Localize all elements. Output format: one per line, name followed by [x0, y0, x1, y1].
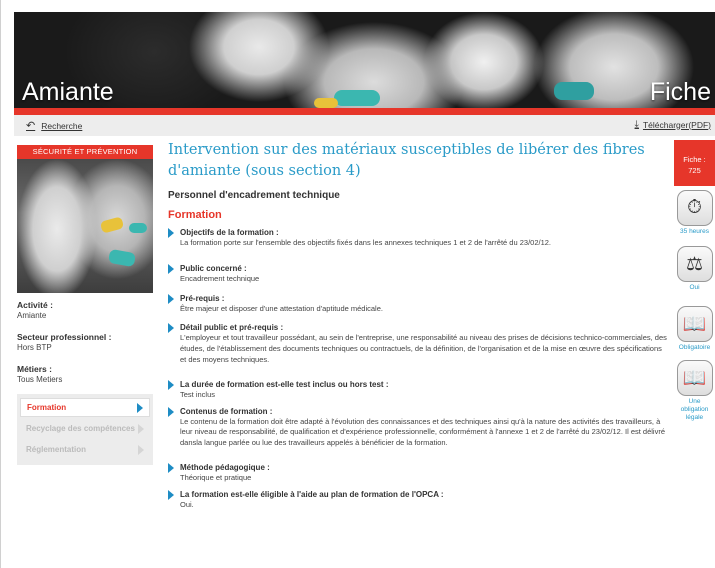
bullet-arrow-icon: [168, 293, 174, 304]
toolbar: ↶ Recherche ⤓ Télécharger(PDF): [14, 115, 715, 136]
back-to-search-link[interactable]: ↶ Recherche: [26, 119, 82, 132]
sidebar-item-label: Réglementation: [26, 445, 87, 454]
section-heading: Formation: [168, 209, 222, 221]
list-item: La durée de formation est-elle test incl…: [168, 379, 668, 401]
item-text: L'employeur et tout travailleur possédan…: [180, 333, 667, 364]
sidebar-item-recyclage[interactable]: Recyclage des compétences: [20, 419, 150, 438]
duration-caption: 35 heures: [680, 228, 709, 235]
sector-value: Hors BTP: [17, 343, 52, 352]
fiche-number: 725: [688, 166, 701, 175]
item-label: Public concerné :: [180, 263, 247, 273]
item-label: Contenus de formation :: [180, 406, 273, 416]
bullet-arrow-icon: [168, 379, 174, 390]
bullet-arrow-icon: [168, 263, 174, 274]
list-item: Public concerné : Encadrement technique: [168, 263, 668, 285]
list-item: Méthode pédagogique : Théorique et prati…: [168, 462, 668, 484]
hero-photo-detail: [334, 90, 380, 106]
chevron-right-icon: [138, 444, 144, 455]
sector-label: Secteur professionnel :: [17, 332, 112, 342]
sidebar-item-formation[interactable]: Formation: [20, 398, 150, 417]
item-text: Théorique et pratique: [180, 472, 252, 482]
fiche-badge: Fiche : 725: [674, 140, 715, 186]
hero-title: Amiante: [22, 78, 114, 106]
sidebar-item-reglementation[interactable]: Réglementation: [20, 440, 150, 459]
fiche-label: Fiche :: [683, 155, 706, 164]
item-text: Oui.: [180, 499, 194, 509]
hero-accent-bar: [14, 108, 715, 115]
item-text: Le contenu de la formation doit être ada…: [180, 416, 666, 448]
sidebar-item-label: Formation: [27, 403, 67, 412]
item-label: Détail public et pré-requis :: [180, 323, 284, 333]
download-pdf-link[interactable]: ⤓ Télécharger(PDF): [635, 119, 711, 130]
info-rail: Fiche : 725 ⏱ 35 heures ⚖ Oui 📖 Obligato…: [674, 140, 715, 422]
item-label: Pré-requis :: [180, 293, 225, 303]
item-label: La formation est-elle éligible à l'aide …: [180, 489, 444, 499]
item-text: La formation porte sur l'ensemble des ob…: [180, 238, 552, 247]
chevron-right-icon: [137, 402, 143, 413]
sidebar-nav: Formation Recyclage des compétences Régl…: [17, 394, 153, 465]
bullet-arrow-icon: [168, 462, 174, 473]
sidebar-header: SÉCURITÉ ET PRÉVENTION: [17, 145, 153, 159]
download-icon: ⤓: [634, 119, 639, 130]
sidebar-item-label: Recyclage des compétences: [26, 424, 135, 433]
sidebar: SÉCURITÉ ET PRÉVENTION Activité : Amiant…: [17, 145, 153, 465]
back-arrow-icon: ↶: [26, 120, 36, 132]
item-text: Test inclus: [180, 389, 216, 399]
back-link-label: Recherche: [41, 120, 83, 131]
legal-obligation-caption: Une obligation légale: [680, 398, 709, 421]
download-link-label: Télécharger(PDF): [642, 119, 711, 130]
hero-banner: Amiante Fiche: [14, 12, 715, 108]
book-seal-icon: 📖: [676, 360, 713, 396]
book-icon: 📖: [676, 306, 713, 342]
hero-photo-detail: [314, 98, 338, 108]
sidebar-photo-detail: [129, 223, 147, 233]
item-text: Être majeur et disposer d'une attestatio…: [180, 303, 383, 313]
bullet-arrow-icon: [168, 489, 174, 500]
item-label: La durée de formation est-elle test incl…: [180, 379, 389, 389]
list-item: Contenus de formation : Le contenu de la…: [168, 406, 668, 449]
item-label: Méthode pédagogique :: [180, 462, 270, 472]
sidebar-photo: [17, 159, 153, 293]
list-item: Détail public et pré-requis : L'employeu…: [168, 322, 668, 365]
jobs-label: Métiers :: [17, 364, 52, 374]
sidebar-photo-detail: [107, 248, 137, 268]
obligation-caption: Obligatoire: [678, 344, 711, 351]
item-text: Encadrement technique: [180, 273, 260, 283]
bullet-arrow-icon: [168, 323, 174, 334]
bullet-arrow-icon: [168, 228, 174, 238]
hero-right-text: Fiche: [649, 78, 711, 106]
eligibility-caption: Oui: [689, 284, 700, 291]
list-item: Pré-requis : Être majeur et disposer d'u…: [168, 293, 668, 315]
jobs-value: Tous Metiers: [17, 375, 63, 384]
main-content: Intervention sur des matériaux susceptib…: [168, 140, 668, 511]
chevron-right-icon: [138, 423, 144, 434]
activity-value: Amiante: [17, 311, 47, 320]
scales-icon: ⚖: [676, 246, 713, 282]
list-item: Objectifs de la formation : La formation…: [168, 227, 668, 249]
stopwatch-icon: ⏱: [676, 190, 713, 226]
page-title: Intervention sur des matériaux susceptib…: [168, 142, 645, 179]
sidebar-photo-detail: [99, 216, 125, 234]
page-subtitle: Personnel d'encadrement technique: [168, 190, 340, 201]
activity-label: Activité :: [17, 300, 53, 310]
hero-photo-detail: [554, 82, 594, 100]
list-item: La formation est-elle éligible à l'aide …: [168, 489, 668, 511]
bullet-arrow-icon: [168, 406, 174, 417]
item-label: Objectifs de la formation :: [180, 228, 279, 237]
